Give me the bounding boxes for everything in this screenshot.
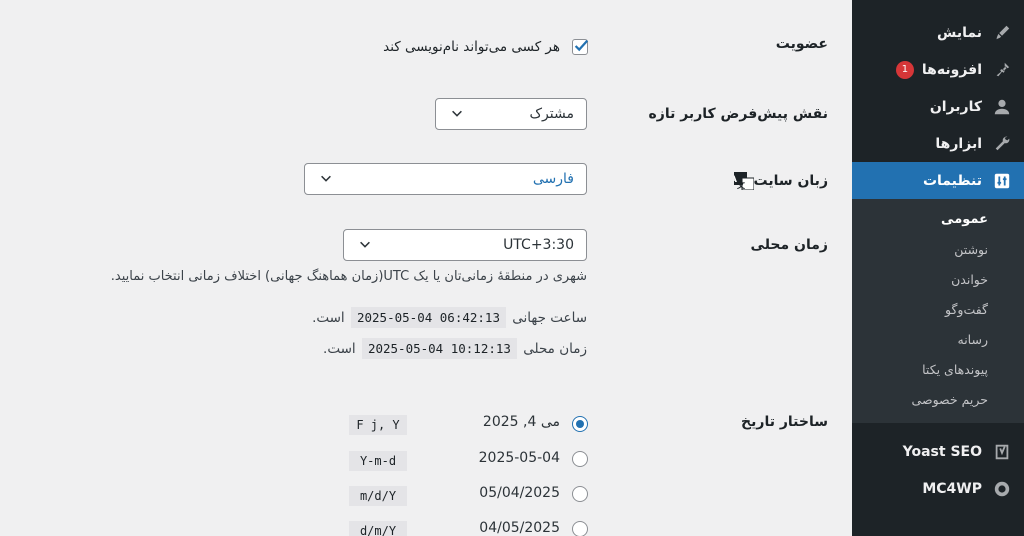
date-format-display-3[interactable]: 05/04/2025 (479, 485, 560, 501)
submenu-privacy[interactable]: حریم خصوصی (852, 385, 1024, 415)
submenu-general[interactable]: عمومی (852, 205, 1024, 235)
site-language-label: زبان سایت A文 (728, 172, 828, 190)
timezone-label: زمان محلی (750, 237, 828, 253)
submenu-discussion[interactable]: گفت‌وگو (852, 295, 1024, 325)
local-time-row: زمان محلی 2025-05-04 10:12:13 است. (323, 338, 587, 359)
timezone-value: UTC+3:30 (503, 237, 574, 253)
sidebar-item-label: نمایش (937, 24, 982, 41)
mc4wp-icon (992, 479, 1012, 499)
settings-form: عضویت هر کسی می‌تواند نام‌نویسی کند نقش … (0, 0, 852, 536)
default-role-label: نقش پیش‌فرض کاربر تازه (648, 106, 828, 122)
translation-icon: A文 (733, 172, 754, 190)
date-format-label: ساختار تاریخ (741, 414, 828, 430)
sidebar-item-yoast[interactable]: Yoast SEO (852, 433, 1024, 470)
site-language-select[interactable]: فارسی (304, 163, 587, 195)
settings-icon (992, 171, 1012, 191)
utc-time-row: ساعت جهانی 2025-05-04 06:42:13 است. (312, 307, 587, 328)
timezone-select[interactable]: UTC+3:30 (343, 229, 587, 261)
admin-sidebar: نمایش افزونه‌ها 1 کاربران ابزارها تنظیما… (844, 0, 1024, 536)
date-format-display-1[interactable]: می 4, 2025 (483, 414, 560, 430)
sidebar-item-label: ابزارها (935, 135, 982, 152)
sidebar-item-label: افزونه‌ها (921, 61, 982, 78)
date-format-radio-2[interactable] (572, 451, 588, 467)
timezone-help: شهری در منطقهٔ زمانی‌تان یا یک UTC(زمان … (110, 269, 587, 284)
membership-label: عضویت (775, 36, 828, 52)
site-language-value: فارسی (532, 171, 574, 187)
sidebar-item-tools[interactable]: ابزارها (852, 125, 1024, 162)
sidebar-item-label: کاربران (929, 98, 982, 115)
date-format-code-1: F j, Y (349, 415, 407, 435)
chevron-down-icon (356, 237, 372, 253)
sidebar-item-label: تنظیمات (922, 172, 982, 189)
plugin-icon (992, 60, 1012, 80)
submenu-reading[interactable]: خواندن (852, 265, 1024, 295)
default-role-select[interactable]: مشترک (435, 98, 587, 130)
utc-time-code: 2025-05-04 06:42:13 (350, 307, 506, 328)
date-format-display-2[interactable]: 2025-05-04 (479, 450, 560, 466)
default-role-value: مشترک (529, 106, 574, 122)
date-format-code-4: d/m/Y (349, 521, 407, 536)
date-format-radio-1[interactable] (572, 416, 588, 432)
wrench-icon (992, 134, 1012, 154)
yoast-icon (992, 442, 1012, 462)
submenu-writing[interactable]: نوشتن (852, 235, 1024, 265)
date-format-display-4[interactable]: 04/05/2025 (479, 520, 560, 536)
date-format-radio-4[interactable] (572, 521, 588, 536)
sidebar-item-appearance[interactable]: نمایش (852, 14, 1024, 51)
settings-submenu: عمومی نوشتن خواندن گفت‌وگو رسانه پیوندها… (852, 199, 1024, 423)
sidebar-item-mc4wp[interactable]: MC4WP (852, 470, 1024, 507)
update-count-badge: 1 (895, 60, 914, 79)
sidebar-item-label: MC4WP (922, 480, 982, 497)
svg-text:文: 文 (737, 180, 746, 190)
submenu-permalinks[interactable]: پیوندهای یکتا (852, 355, 1024, 385)
date-format-radio-3[interactable] (572, 486, 588, 502)
local-time-code: 2025-05-04 10:12:13 (361, 338, 517, 359)
date-format-code-2: Y-m-d (349, 451, 407, 471)
chevron-down-icon (448, 106, 464, 122)
users-icon (992, 97, 1012, 117)
submenu-media[interactable]: رسانه (852, 325, 1024, 355)
membership-checkbox-label[interactable]: هر کسی می‌تواند نام‌نویسی کند (383, 39, 560, 55)
date-format-code-3: m/d/Y (349, 486, 407, 506)
brush-icon (992, 23, 1012, 43)
sidebar-item-settings[interactable]: تنظیمات (844, 162, 1024, 199)
chevron-down-icon (317, 171, 333, 187)
membership-checkbox[interactable] (572, 39, 589, 55)
sidebar-item-label: Yoast SEO (902, 443, 982, 460)
sidebar-item-users[interactable]: کاربران (852, 88, 1024, 125)
sidebar-item-plugins[interactable]: افزونه‌ها 1 (852, 51, 1024, 88)
